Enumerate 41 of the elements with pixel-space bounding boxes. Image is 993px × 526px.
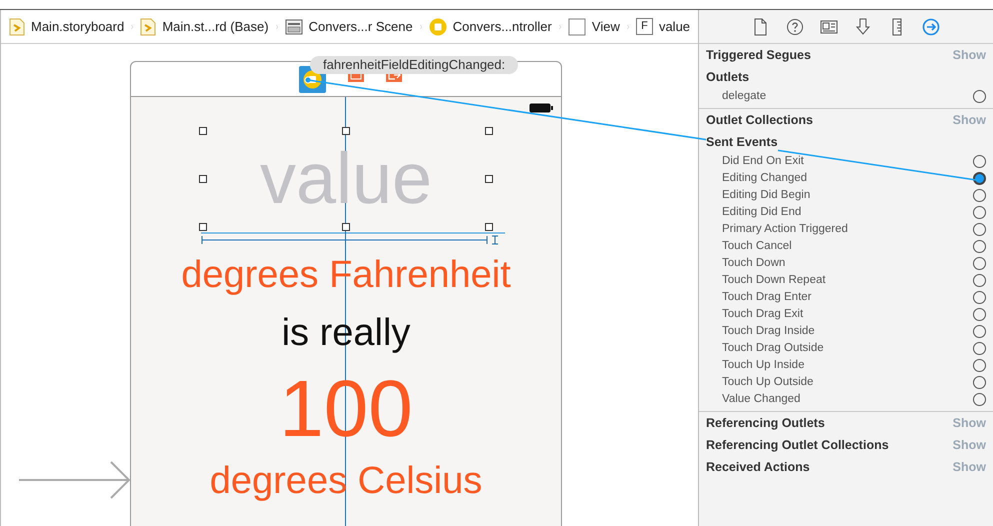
resize-handle[interactable] xyxy=(485,175,493,183)
inspector-tab[interactable] xyxy=(921,16,941,36)
breadcrumb-item[interactable]: Main.st...rd (Base) xyxy=(138,16,271,36)
connection-label: Touch Drag Enter xyxy=(722,290,812,305)
breadcrumb-item[interactable]: Convers...ntroller xyxy=(426,16,554,36)
breadcrumb-item[interactable]: F value xyxy=(634,16,692,36)
battery-icon xyxy=(529,103,553,113)
connection-label: Touch Cancel xyxy=(722,238,792,254)
connection-label: Editing Did End xyxy=(722,204,802,220)
inspector-tab[interactable] xyxy=(853,16,873,36)
breadcrumb-item[interactable]: View xyxy=(566,16,622,36)
connection-label: Touch Drag Exit xyxy=(722,306,804,322)
resize-handle[interactable] xyxy=(485,223,493,231)
connection-label: Editing Did Begin xyxy=(722,188,810,203)
connection-label: Touch Up Outside xyxy=(722,374,814,390)
resize-handle[interactable] xyxy=(199,223,207,231)
connection-label: delegate xyxy=(722,88,766,104)
text-field-icon: F xyxy=(636,18,653,35)
resize-handle[interactable] xyxy=(485,127,493,135)
connection-label: Value Changed xyxy=(722,392,800,407)
view-controller-icon xyxy=(428,18,447,36)
connection-label: Did End On Exit xyxy=(722,154,804,169)
resize-handle[interactable] xyxy=(342,127,350,135)
connection-label: Touch Up Inside xyxy=(722,358,804,373)
connection-label: Touch Drag Inside xyxy=(722,324,815,339)
tooltip: fahrenheitFieldEditingChanged: xyxy=(310,56,518,74)
inspector-tab[interactable] xyxy=(785,16,805,36)
document-icon xyxy=(140,18,156,36)
scene-icon xyxy=(284,18,303,34)
view-icon xyxy=(568,18,586,36)
document-icon xyxy=(9,18,25,36)
connection-label: Touch Down Repeat xyxy=(722,272,826,288)
resize-handle[interactable] xyxy=(199,175,207,183)
resize-handle[interactable] xyxy=(342,223,350,231)
connection-label: Primary Action Triggered xyxy=(722,222,848,237)
connection-label: Touch Drag Outside xyxy=(722,340,824,356)
connection-label: Editing Changed xyxy=(722,170,808,186)
breadcrumb-item[interactable]: Main.storyboard xyxy=(7,16,126,36)
connection-label: Touch Down xyxy=(722,256,786,271)
resize-handle[interactable] xyxy=(199,127,207,135)
breadcrumb-item[interactable]: Convers...r Scene xyxy=(282,16,415,36)
